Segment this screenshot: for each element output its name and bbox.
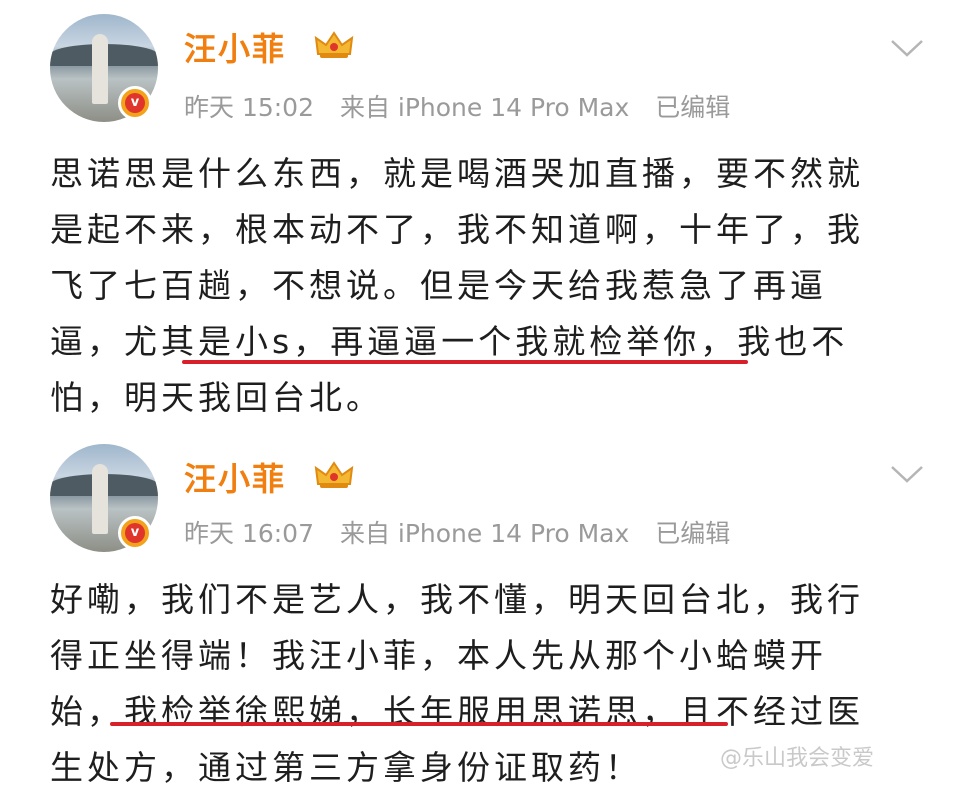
verified-v-badge-icon: v: [118, 86, 152, 120]
post-meta: 昨天 16:07 来自 iPhone 14 Pro Max 已编辑: [184, 514, 748, 550]
weibo-post-1: v 汪小菲 昨天 15:02 来自 iPhone 14 Pro Max 已编辑 …: [0, 0, 960, 420]
chevron-down-icon[interactable]: [890, 464, 924, 484]
weibo-post-2: v 汪小菲 昨天 16:07 来自 iPhone 14 Pro Max 已编辑 …: [0, 430, 960, 787]
chevron-down-icon[interactable]: [890, 38, 924, 58]
post-line: 思诺思是什么东西，就是喝酒哭加直播，要不然就: [50, 154, 864, 193]
post-body: 思诺思是什么东西，就是喝酒哭加直播，要不然就 是起不来，根本动不了，我不知道啊，…: [50, 146, 930, 426]
post-source: 来自 iPhone 14 Pro Max: [339, 519, 630, 548]
username[interactable]: 汪小菲: [184, 454, 286, 500]
post-line: 得正坐得端！我汪小菲，本人先从那个小蛤蟆开: [50, 636, 827, 675]
vip-crown-icon: [314, 461, 354, 488]
post-line: 怕，明天我回台北。: [50, 378, 383, 417]
edited-label[interactable]: 已编辑: [655, 93, 730, 122]
post-source: 来自 iPhone 14 Pro Max: [339, 93, 630, 122]
post-line: 好嘞，我们不是艺人，我不懂，明天回台北，我行: [50, 580, 864, 619]
post-time: 昨天 15:02: [184, 93, 314, 122]
red-underline: [110, 722, 728, 726]
watermark: @乐山我会变爱: [720, 746, 875, 771]
verified-v-badge-icon: v: [118, 516, 152, 550]
post-line: 飞了七百趟，不想说。但是今天给我惹急了再逼: [50, 266, 827, 305]
post-line: 始，我检举徐熙娣，长年服用思诺思，且不经过医: [50, 692, 864, 731]
post-line: 是起不来，根本动不了，我不知道啊，十年了，我: [50, 210, 864, 249]
post-time: 昨天 16:07: [184, 519, 314, 548]
vip-crown-icon: [314, 31, 354, 58]
edited-label[interactable]: 已编辑: [655, 519, 730, 548]
post-meta: 昨天 15:02 来自 iPhone 14 Pro Max 已编辑: [184, 88, 748, 124]
username[interactable]: 汪小菲: [184, 24, 286, 70]
red-underline: [182, 360, 748, 364]
